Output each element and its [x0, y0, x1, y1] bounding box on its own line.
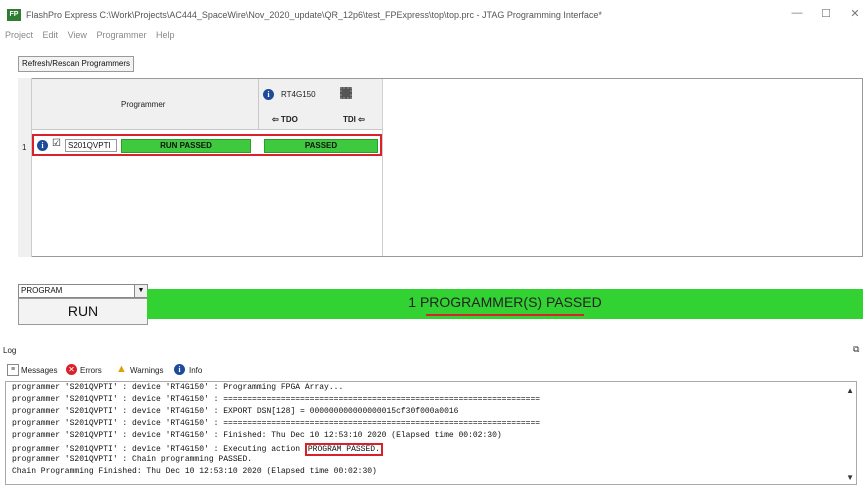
menu-view[interactable]: View: [68, 30, 87, 40]
run-button[interactable]: RUN: [18, 298, 148, 325]
window-title: FlashPro Express C:\Work\Projects\AC444_…: [26, 10, 602, 20]
action-select-value: PROGRAM: [21, 286, 63, 295]
log-output[interactable]: programmer 'S201QVPTI' : device 'RT4G150…: [5, 381, 857, 485]
row-index-column: [18, 78, 32, 257]
log-line: programmer 'S201QVPTI' : device 'RT4G150…: [12, 395, 541, 404]
maximize-button[interactable]: ☐: [816, 7, 836, 20]
log-line: programmer 'S201QVPTI' : device 'RT4G150…: [12, 383, 344, 392]
action-select[interactable]: PROGRAM ▼: [18, 284, 148, 298]
column-divider: [382, 79, 383, 256]
device-info-icon[interactable]: i: [263, 89, 274, 100]
tab-errors[interactable]: Errors: [80, 366, 102, 375]
menu-project[interactable]: Project: [5, 30, 33, 40]
grid-header: [32, 79, 382, 130]
menu-bar: Project Edit View Programmer Help: [5, 30, 181, 40]
tab-messages[interactable]: Messages: [21, 366, 57, 375]
device-status-badge: PASSED: [264, 139, 378, 153]
warning-icon: ▲: [116, 363, 127, 375]
log-title: Log: [3, 346, 17, 355]
log-line: programmer 'S201QVPTI' : device 'RT4G150…: [12, 431, 502, 440]
status-underline: [426, 314, 584, 316]
log-line-action-prefix: programmer 'S201QVPTI' : device 'RT4G150…: [12, 445, 305, 454]
programmer-enable-checkbox[interactable]: ☑: [52, 138, 61, 149]
log-line: programmer 'S201QVPTI' : Chain programmi…: [12, 455, 253, 464]
log-line: programmer 'S201QVPTI' : device 'RT4G150…: [12, 419, 541, 428]
minimize-button[interactable]: —: [787, 7, 807, 19]
tdo-label: ⇦ TDO: [272, 115, 298, 124]
header-divider: [258, 79, 259, 129]
chip-icon: [340, 87, 352, 99]
programmer-column-header: Programmer: [121, 100, 166, 109]
info-icon: i: [174, 364, 185, 375]
tab-info[interactable]: Info: [189, 366, 202, 375]
chevron-down-icon[interactable]: ▼: [134, 285, 147, 297]
flashpro-app-icon: FP: [7, 9, 21, 21]
error-icon: ✕: [66, 364, 77, 375]
undock-icon[interactable]: ⧉: [853, 344, 859, 355]
device-name: RT4G150: [281, 90, 316, 99]
scroll-up-icon[interactable]: ▲: [846, 386, 854, 395]
programmer-info-icon[interactable]: i: [37, 140, 48, 151]
row-index: 1: [22, 143, 27, 152]
program-passed-highlight: PROGRAM PASSED.: [304, 443, 383, 456]
status-message: 1 PROGRAMMER(S) PASSED: [408, 294, 602, 310]
run-status-badge: RUN PASSED: [121, 139, 251, 153]
messages-icon: ≡: [7, 364, 19, 376]
scroll-down-icon[interactable]: ▼: [846, 473, 854, 482]
tab-warnings[interactable]: Warnings: [130, 366, 164, 375]
tdi-label: TDI ⇦: [343, 115, 365, 124]
log-line: Chain Programming Finished: Thu Dec 10 1…: [12, 467, 377, 476]
menu-programmer[interactable]: Programmer: [96, 30, 146, 40]
close-button[interactable]: ✕: [845, 7, 865, 20]
log-line: programmer 'S201QVPTI' : device 'RT4G150…: [12, 407, 459, 416]
menu-help[interactable]: Help: [156, 30, 175, 40]
programmer-id-field[interactable]: S201QVPTI: [65, 139, 117, 152]
menu-edit[interactable]: Edit: [43, 30, 59, 40]
refresh-rescan-programmers-button[interactable]: Refresh/Rescan Programmers: [18, 56, 134, 72]
